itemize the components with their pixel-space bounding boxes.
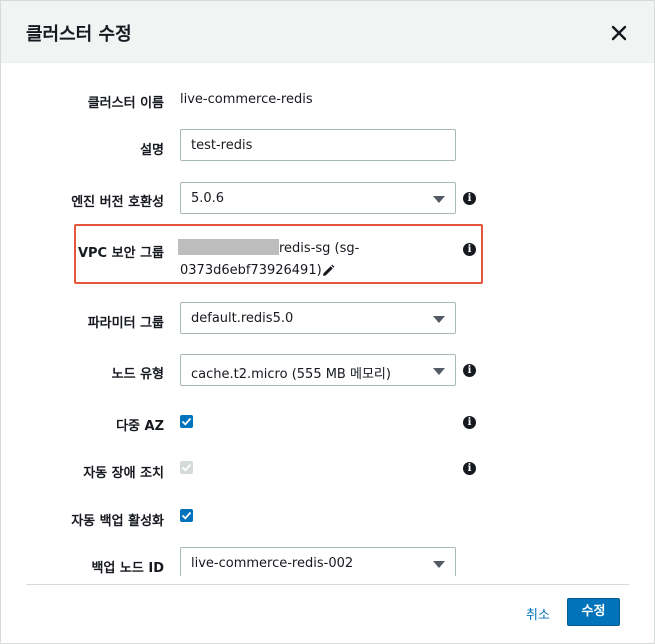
pencil-icon[interactable] <box>321 263 335 277</box>
redacted-block <box>178 239 279 255</box>
engine-version-label: 엔진 버전 호환성 <box>71 195 164 210</box>
auto-backup-label: 자동 백업 활성화 <box>71 514 164 529</box>
backup-node-id-select[interactable]: live-commerce-redis-002 <box>180 547 456 576</box>
close-icon <box>611 25 627 41</box>
vpc-security-group-label: VPC 보안 그룹 <box>77 246 164 261</box>
dialog-header: 클러스터 수정 <box>1 1 654 63</box>
cluster-name-value: live-commerce-redis <box>180 92 313 107</box>
backup-node-id-value: live-commerce-redis-002 <box>191 556 354 571</box>
auto-failover-checkbox <box>180 461 193 474</box>
footer-divider <box>26 584 629 585</box>
parameter-group-value: default.redis5.0 <box>191 311 294 326</box>
parameter-group-select[interactable]: default.redis5.0 <box>180 302 456 334</box>
cancel-button[interactable]: 취소 <box>526 604 550 623</box>
auto-failover-label: 자동 장애 조치 <box>83 466 164 481</box>
caret-down-icon <box>433 561 445 568</box>
info-icon[interactable]: i <box>463 192 476 205</box>
cluster-name-label: 클러스터 이름 <box>87 96 164 111</box>
engine-version-select[interactable]: 5.0.6 <box>180 182 456 214</box>
info-icon[interactable]: i <box>463 364 476 377</box>
backup-node-id-label: 백업 노드 ID <box>91 561 164 576</box>
caret-down-icon <box>433 316 445 323</box>
description-label: 설명 <box>140 143 164 158</box>
multi-az-checkbox[interactable] <box>180 415 193 428</box>
multi-az-label: 다중 AZ <box>116 419 164 434</box>
security-group-value-line2: 0373d6ebf73926491) <box>180 263 322 278</box>
form-scroll-area[interactable]: 클러스터 이름 live-commerce-redis 설명 엔진 버전 호환성… <box>1 64 654 576</box>
node-type-select[interactable]: cache.t2.micro (555 MB 메모리) <box>180 354 456 386</box>
info-icon[interactable]: i <box>463 462 476 475</box>
auto-backup-checkbox[interactable] <box>180 509 193 522</box>
node-type-label: 노드 유형 <box>111 367 164 382</box>
check-icon <box>181 511 192 520</box>
info-icon[interactable]: i <box>463 416 476 429</box>
description-input[interactable] <box>180 129 456 161</box>
check-icon <box>181 417 192 426</box>
dialog-title: 클러스터 수정 <box>26 24 132 45</box>
security-group-value-line1: redis-sg (sg- <box>279 241 360 256</box>
caret-down-icon <box>433 368 445 375</box>
check-icon <box>181 463 192 472</box>
caret-down-icon <box>433 196 445 203</box>
engine-version-value: 5.0.6 <box>191 191 225 206</box>
parameter-group-label: 파라미터 그룹 <box>87 316 164 331</box>
modify-cluster-dialog: 클러스터 수정 클러스터 이름 live-commerce-redis 설명 엔… <box>0 0 655 644</box>
submit-button[interactable]: 수정 <box>567 598 620 626</box>
node-type-value: cache.t2.micro (555 MB 메모리) <box>191 367 391 382</box>
info-icon[interactable]: i <box>463 243 476 256</box>
close-button[interactable] <box>607 21 631 45</box>
